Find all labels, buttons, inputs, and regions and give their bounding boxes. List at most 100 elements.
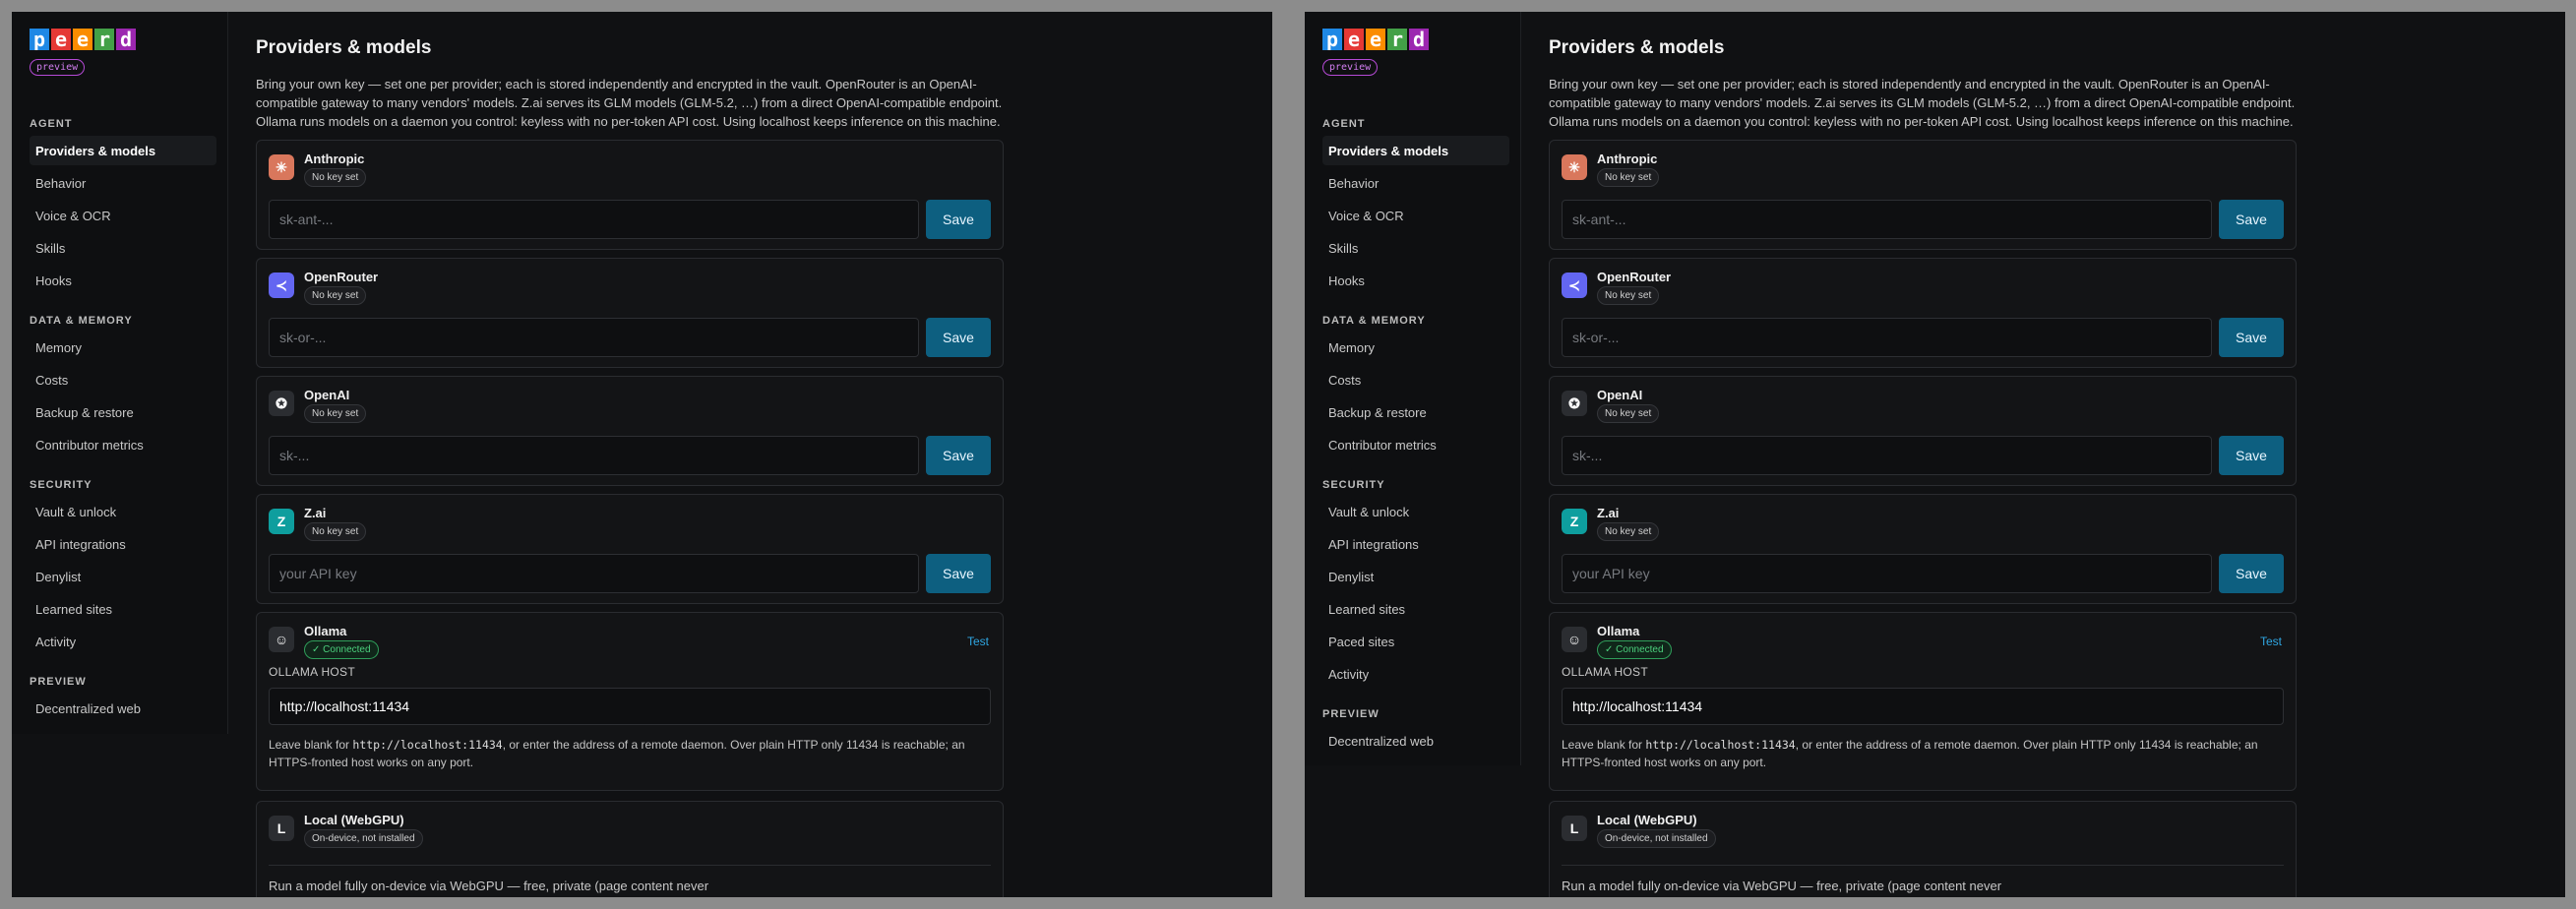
preview-badge: preview <box>30 59 86 76</box>
ollama-host-input[interactable] <box>269 688 991 725</box>
sidebar-item-denylist[interactable]: Denylist <box>1322 562 1509 591</box>
sidebar-item-backup-and-restore[interactable]: Backup & restore <box>1322 397 1509 427</box>
sidebar-item-activity[interactable]: Activity <box>30 627 216 656</box>
sidebar-item-skills[interactable]: Skills <box>1322 233 1509 263</box>
provider-card-openrouter: ≺ OpenRouter No key set Save <box>256 258 1004 368</box>
sidebar-item-learned-sites[interactable]: Learned sites <box>1322 594 1509 624</box>
sidebar-item-voice-and-ocr[interactable]: Voice & OCR <box>1322 201 1509 230</box>
sidebar-item-memory[interactable]: Memory <box>1322 333 1509 362</box>
status-badge: No key set <box>304 522 367 541</box>
status-badge: On-device, not installed <box>1597 829 1716 848</box>
save-button[interactable]: Save <box>2219 554 2284 593</box>
sidebar-item-contributor-metrics[interactable]: Contributor metrics <box>1322 430 1509 459</box>
sidebar-item-learned-sites[interactable]: Learned sites <box>30 594 216 624</box>
sidebar-item-costs[interactable]: Costs <box>1322 365 1509 394</box>
sidebar-item-hooks[interactable]: Hooks <box>30 266 216 295</box>
openrouter-icon: ≺ <box>1562 273 1587 298</box>
sidebar-item-vault-and-unlock[interactable]: Vault & unlock <box>1322 497 1509 526</box>
api-key-input[interactable] <box>1562 554 2212 593</box>
provider-name: Local (WebGPU) <box>304 813 404 827</box>
nav-section-security: SECURITY <box>30 479 92 491</box>
host-label: OLLAMA HOST <box>1562 665 1648 679</box>
help-text-before: Leave blank for <box>269 738 353 752</box>
preview-badge: preview <box>1322 59 1379 76</box>
zai-icon: Z <box>1562 509 1587 534</box>
peerd-logo: peerd <box>1322 29 1429 50</box>
save-button[interactable]: Save <box>926 200 991 239</box>
sidebar-item-voice-and-ocr[interactable]: Voice & OCR <box>30 201 216 230</box>
sidebar-item-skills[interactable]: Skills <box>30 233 216 263</box>
sidebar-item-hooks[interactable]: Hooks <box>1322 266 1509 295</box>
save-button[interactable]: Save <box>2219 318 2284 357</box>
logo-letter: r <box>94 29 114 50</box>
api-key-input[interactable] <box>1562 436 2212 475</box>
save-button[interactable]: Save <box>926 318 991 357</box>
nav-section-data-and-memory: DATA & MEMORY <box>1322 315 1426 327</box>
sidebar-item-activity[interactable]: Activity <box>1322 659 1509 689</box>
sidebar: p e e r d preview AGENT Providers & models Behav… <box>12 12 228 734</box>
logo-letter: p <box>1322 29 1342 50</box>
provider-card-openai: ✪ OpenAI No key set Save <box>1549 376 2297 486</box>
provider-name: OpenRouter <box>304 270 379 284</box>
save-button[interactable]: Save <box>926 436 991 475</box>
sidebar-item-behavior[interactable]: Behavior <box>1322 168 1509 198</box>
sidebar-item-contributor-metrics[interactable]: Contributor metrics <box>30 430 216 459</box>
sidebar-item-backup-and-restore[interactable]: Backup & restore <box>30 397 216 427</box>
logo-letter: p <box>30 29 49 50</box>
provider-name: OpenRouter <box>1597 270 1672 284</box>
save-button[interactable]: Save <box>2219 200 2284 239</box>
sidebar-item-api-integrations[interactable]: API integrations <box>1322 529 1509 559</box>
sidebar-item-costs[interactable]: Costs <box>30 365 216 394</box>
status-badge: No key set <box>1597 168 1660 187</box>
test-connection-link[interactable]: Test <box>967 635 989 648</box>
nav-section-agent: AGENT <box>1322 118 1366 130</box>
openai-icon: ✪ <box>269 391 294 416</box>
api-key-input[interactable] <box>269 200 919 239</box>
openrouter-icon: ≺ <box>269 273 294 298</box>
sidebar-item-providers-and-models[interactable]: Providers & models <box>30 136 216 165</box>
sidebar-item-paced-sites[interactable]: Paced sites <box>1322 627 1509 656</box>
page-description: Bring your own key — set one per provide… <box>256 77 1003 129</box>
api-key-input[interactable] <box>269 318 919 357</box>
provider-name: Z.ai <box>304 506 327 520</box>
ollama-host-input[interactable] <box>1562 688 2284 725</box>
zai-icon: Z <box>269 509 294 534</box>
ollama-icon: ☺ <box>1562 627 1587 652</box>
api-key-input[interactable] <box>1562 318 2212 357</box>
provider-name: Ollama <box>304 624 347 638</box>
peerd-logo: peerd <box>30 29 136 50</box>
provider-name: OpenAI <box>1597 388 1643 402</box>
sidebar-item-decentralized-web[interactable]: Decentralized web <box>30 694 216 723</box>
help-code: http://localhost:11434 <box>1645 738 1796 752</box>
local-description: Run a model fully on-device via WebGPU —… <box>269 879 709 893</box>
provider-card-openai: ✪ OpenAI No key set Save <box>256 376 1004 486</box>
sidebar-item-memory[interactable]: Memory <box>30 333 216 362</box>
help-code: http://localhost:11434 <box>352 738 503 752</box>
sidebar-item-api-integrations[interactable]: API integrations <box>30 529 216 559</box>
provider-card-anthropic: ✳ Anthropic No key set Save <box>1549 140 2297 250</box>
save-button[interactable]: Save <box>926 554 991 593</box>
status-badge: No key set <box>304 168 367 187</box>
logo-letter: e <box>1366 29 1385 50</box>
api-key-input[interactable] <box>269 436 919 475</box>
sidebar-item-vault-and-unlock[interactable]: Vault & unlock <box>30 497 216 526</box>
save-button[interactable]: Save <box>2219 436 2284 475</box>
page-description: Bring your own key — set one per provide… <box>1549 77 2296 129</box>
settings-pane-left: p e e r d preview AGENT Providers & models Behav… <box>12 12 1272 897</box>
provider-name: Ollama <box>1597 624 1640 638</box>
settings-pane-right: p e e r d preview AGENT Providers & models Behav… <box>1305 12 2565 897</box>
logo-letter: e <box>73 29 92 50</box>
test-connection-link[interactable]: Test <box>2260 635 2282 648</box>
sidebar-item-providers-and-models[interactable]: Providers & models <box>1322 136 1509 165</box>
provider-name: Local (WebGPU) <box>1597 813 1697 827</box>
anthropic-icon: ✳ <box>269 154 294 180</box>
api-key-input[interactable] <box>1562 200 2212 239</box>
provider-card-z-ai: Z Z.ai No key set Save <box>1549 494 2297 604</box>
sidebar-item-denylist[interactable]: Denylist <box>30 562 216 591</box>
openai-icon: ✪ <box>1562 391 1587 416</box>
sidebar-item-decentralized-web[interactable]: Decentralized web <box>1322 726 1509 756</box>
sidebar-item-behavior[interactable]: Behavior <box>30 168 216 198</box>
status-badge: No key set <box>1597 522 1660 541</box>
provider-name: OpenAI <box>304 388 350 402</box>
api-key-input[interactable] <box>269 554 919 593</box>
